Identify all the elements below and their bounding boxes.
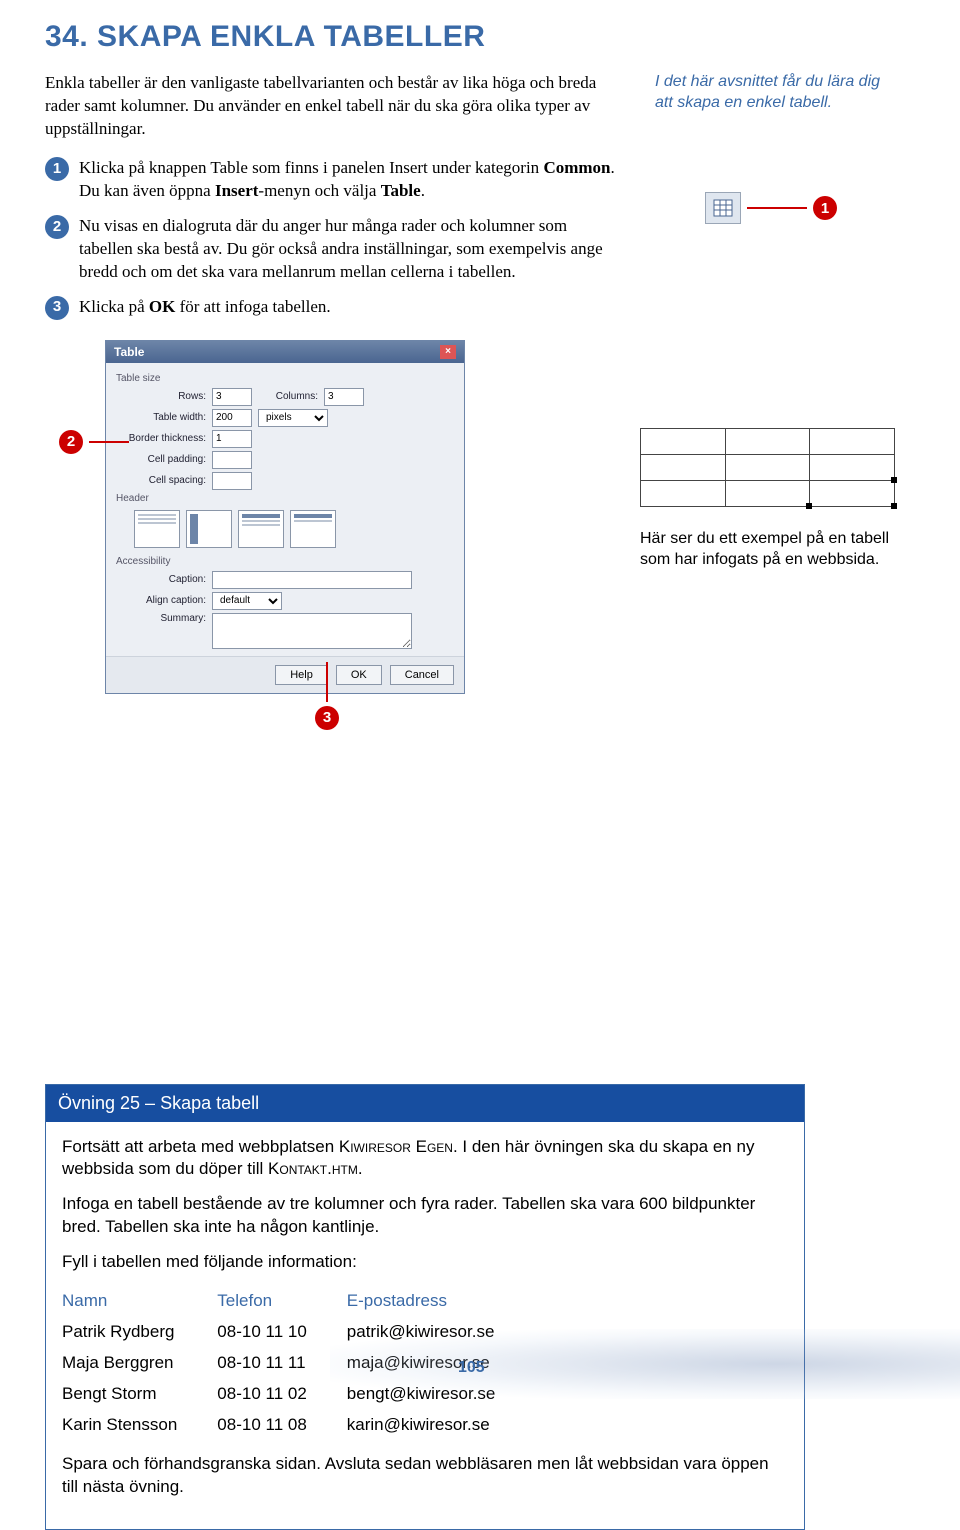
example-caption: Här ser du ett exempel på en tabell som … [640, 529, 900, 571]
cellpad-label: Cell padding: [116, 454, 206, 465]
col-email: E-postadress [347, 1286, 536, 1317]
caption-label: Caption: [116, 574, 206, 585]
border-label: Border thickness: [116, 433, 206, 444]
page-heading: 34. SKAPA ENKLA TABELLER [45, 20, 890, 54]
footer-graphic [330, 1329, 960, 1399]
col-phone: Telefon [217, 1286, 346, 1317]
exercise-box: Övning 25 – Skapa tabell Fortsätt att ar… [45, 1084, 805, 1530]
border-input[interactable] [212, 430, 252, 448]
preset-none[interactable] [134, 510, 180, 548]
ok-button[interactable]: OK [336, 665, 382, 685]
cellspace-input[interactable] [212, 472, 252, 490]
step-badge-1: 1 [45, 157, 69, 181]
example-table [640, 428, 895, 507]
exercise-p4: Spara och förhandsgranska sidan. Avsluta… [62, 1453, 788, 1499]
exercise-p3: Fyll i tabellen med följande information… [62, 1251, 788, 1274]
side-note: I det här avsnittet får du lära dig att … [655, 72, 890, 141]
section-tablesize: Table size [116, 373, 454, 384]
table-dialog: Table × Table size Rows: Columns: Table … [105, 340, 465, 694]
header-presets [134, 510, 454, 548]
cellspace-label: Cell spacing: [116, 475, 206, 486]
table-row: Karin Stensson08-10 11 08karin@kiwiresor… [62, 1410, 535, 1441]
close-icon[interactable]: × [440, 345, 456, 359]
dialog-title: Table [114, 345, 144, 359]
exercise-p2: Infoga en tabell bestående av tre kolumn… [62, 1193, 788, 1239]
step-badge-2: 2 [45, 215, 69, 239]
callout-badge-2: 2 [59, 430, 83, 454]
width-input[interactable] [212, 409, 252, 427]
intro-paragraph: Enkla tabeller är den vanligaste tabellv… [45, 72, 615, 141]
rows-input[interactable] [212, 388, 252, 406]
preset-both[interactable] [290, 510, 336, 548]
col-name: Namn [62, 1286, 217, 1317]
rows-label: Rows: [116, 391, 206, 402]
cols-label: Columns: [258, 391, 318, 402]
preset-left[interactable] [186, 510, 232, 548]
summary-label: Summary: [116, 613, 206, 624]
cancel-button[interactable]: Cancel [390, 665, 454, 685]
align-select[interactable]: default [212, 592, 282, 610]
width-label: Table width: [116, 412, 206, 423]
steps-list: 1 Klicka på knappen Table som finns i pa… [45, 157, 615, 320]
step-1-text: Klicka på knappen Table som finns i pane… [79, 157, 615, 203]
section-access: Accessibility [116, 556, 454, 567]
step-3-text: Klicka på OK för att infoga tabellen. [79, 296, 615, 320]
exercise-title: Övning 25 – Skapa tabell [46, 1085, 804, 1122]
table-icon[interactable] [705, 192, 741, 224]
preset-top[interactable] [238, 510, 284, 548]
align-label: Align caption: [116, 595, 206, 606]
section-header: Header [116, 493, 454, 504]
step-badge-3: 3 [45, 296, 69, 320]
callout-1: 1 [705, 192, 837, 224]
exercise-p1: Fortsätt att arbeta med webbplatsen Kiwi… [62, 1136, 788, 1182]
cols-input[interactable] [324, 388, 364, 406]
summary-input[interactable] [212, 613, 412, 649]
step-2-text: Nu visas en dialogruta där du anger hur … [79, 215, 615, 284]
callout-badge-3: 3 [315, 706, 339, 730]
callout-badge-1: 1 [813, 196, 837, 220]
page-number: 105 [458, 1359, 485, 1377]
callout-3: 3 [315, 662, 339, 730]
width-unit-select[interactable]: pixels [258, 409, 328, 427]
caption-input[interactable] [212, 571, 412, 589]
cellpad-input[interactable] [212, 451, 252, 469]
callout-2: 2 [59, 430, 129, 454]
